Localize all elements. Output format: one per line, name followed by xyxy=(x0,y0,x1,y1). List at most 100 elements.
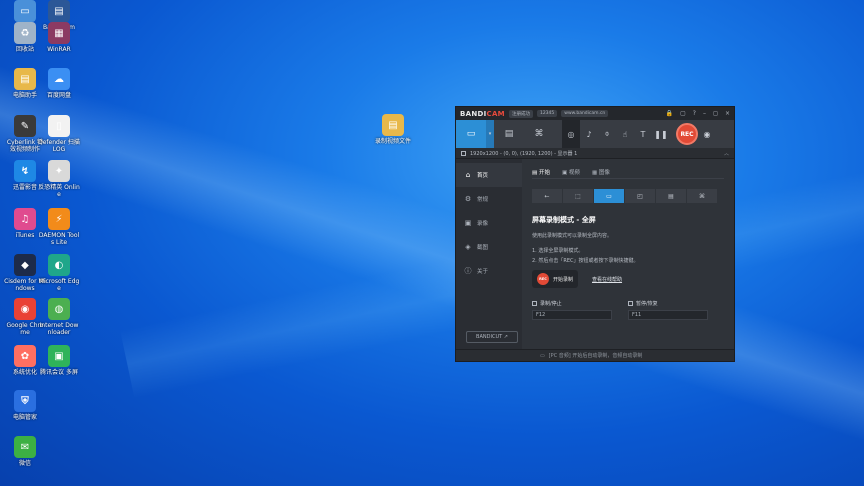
main-panel: ▤ 开始 ▣ 视频 ▦ 图像 ← ⬚ ▭ ◰ ▤ ⌘ 屏幕录制模式 - 全屏 使… xyxy=(522,159,734,349)
desktop-icon-label: 电脑管家 xyxy=(12,414,37,421)
winrar-icon: ▦ xyxy=(48,22,70,44)
cursor-button[interactable]: ☝ xyxy=(616,120,634,148)
brand-logo: BANDICAM xyxy=(460,109,505,118)
mode-dropdown[interactable]: ▾ xyxy=(486,120,494,148)
hotkey-record-field[interactable]: F12 xyxy=(532,310,612,320)
desktop-icon[interactable]: ⚡ DAEMON Tools Lite xyxy=(38,208,80,246)
sidebar-item-general[interactable]: ⚙ 常规 xyxy=(456,187,522,211)
tab-start[interactable]: ▤ 开始 xyxy=(532,168,550,176)
desktop-icon[interactable]: ✉ 微信 xyxy=(4,436,46,467)
sidebar-item-about[interactable]: ⓘ 关于 xyxy=(456,259,522,283)
desktop-icon-label: WinRAR xyxy=(47,46,71,53)
help-icon[interactable]: ? xyxy=(693,110,696,117)
step-1: 1. 选择全屏录制模式。 xyxy=(532,248,584,254)
optimizer-icon: ✿ xyxy=(14,345,36,367)
title-chip: 注册成功 xyxy=(508,109,533,118)
region-checkbox[interactable] xyxy=(461,150,466,156)
mode-title: 屏幕录制模式 - 全屏 xyxy=(532,216,596,224)
mouse-mode-button[interactable]: ◰ xyxy=(625,189,655,203)
mode-selector: ← ⬚ ▭ ◰ ▤ ⌘ xyxy=(532,189,724,203)
document-icon: ▯ xyxy=(48,115,70,137)
sidebar-item-image[interactable]: ◈ 截图 xyxy=(456,235,522,259)
desktop-icon-label: 腾讯会议 多屏 xyxy=(40,369,78,376)
info-text: 1920x1200 - (0, 0), (1920, 1200) - 显示器 1 xyxy=(470,150,578,157)
rec-icon: REC xyxy=(537,273,549,285)
hotkey-pause-checkbox[interactable] xyxy=(628,301,633,306)
chevron-up-icon[interactable]: ︿ xyxy=(724,150,729,157)
daemon-tools-icon: ⚡ xyxy=(48,208,70,230)
chevron-down-icon: ▾ xyxy=(488,131,492,137)
online-help-link[interactable]: 查看在线帮助 xyxy=(592,276,622,283)
desktop-icon[interactable]: ▯ Defender 扫描 LOG xyxy=(38,115,80,153)
back-mode-button[interactable]: ← xyxy=(532,189,562,203)
webcam-button[interactable]: ◎ xyxy=(562,120,580,148)
speaker-button[interactable]: ♪ xyxy=(580,120,598,148)
desktop-icon-label: 百度网盘 xyxy=(46,92,71,99)
shield-icon: ⛨ xyxy=(14,390,36,412)
mouse-area-icon: ◰ xyxy=(637,192,643,200)
sidebar-item-home[interactable]: ⌂ 首页 xyxy=(456,163,522,187)
game-mode-tab[interactable]: ⌘ xyxy=(687,189,717,203)
screenshot-button[interactable]: ◉ xyxy=(698,120,716,148)
desktop-icon[interactable]: ✦ 反恐精英 Online xyxy=(38,160,80,198)
pause-icon: ❚❚ xyxy=(654,129,668,139)
desktop-icon[interactable]: ☁ 百度网盘 xyxy=(38,68,80,99)
arrow-left-icon: ← xyxy=(544,192,550,200)
desktop-icon[interactable]: ▣ 腾讯会议 多屏 xyxy=(38,345,80,376)
desktop-icon-label: 反恐精英 Online xyxy=(38,184,80,198)
fullscreen-mode-button[interactable]: ▭ xyxy=(594,189,624,203)
desktop-icon-label: Microsoft Edge xyxy=(38,278,80,292)
tab-image[interactable]: ▦ 图像 xyxy=(592,168,610,176)
title-chip: www.bandicam.cn xyxy=(561,110,609,117)
bandicam-window[interactable]: BANDICAM 注册成功 12345 www.bandicam.cn 🔒 ▢ … xyxy=(455,106,735,362)
rec-button[interactable]: REC xyxy=(676,123,698,145)
baidu-netdisk-icon: ☁ xyxy=(48,68,70,90)
desktop-folder[interactable]: ▤ 录制视频文件 xyxy=(372,114,414,145)
gamepad-icon: ⌘ xyxy=(699,192,705,200)
device-mode-tab[interactable]: ▤ xyxy=(656,189,686,203)
sidebar-item-video[interactable]: ▣ 录像 xyxy=(456,211,522,235)
game-mode-button[interactable]: ⌘ xyxy=(524,120,554,148)
cyberlink-icon: ✎ xyxy=(14,115,36,137)
monitor-icon: ▭ xyxy=(606,192,612,200)
region-icon: ⬚ xyxy=(575,192,581,200)
computer-icon: ▭ xyxy=(14,0,36,22)
thunder-icon: ↯ xyxy=(14,160,36,182)
desktop-icon[interactable]: ⛨ 电脑管家 xyxy=(4,390,46,421)
desktop-icon[interactable]: ▦ WinRAR xyxy=(38,22,80,53)
hotkey-pause-field[interactable]: F11 xyxy=(628,310,708,320)
wechat-icon: ✉ xyxy=(14,436,36,458)
desktop-icon-label: Internet Downloader xyxy=(39,322,79,336)
bandicut-button[interactable]: BANDICUT ↗ xyxy=(466,331,518,343)
globe-icon: ◍ xyxy=(48,298,70,320)
start-recording-button[interactable]: REC 开始录制 xyxy=(532,270,579,288)
speaker-icon: ♪ xyxy=(586,129,592,139)
mic-button[interactable]: ⌽ xyxy=(598,120,616,148)
title-bar[interactable]: BANDICAM 注册成功 12345 www.bandicam.cn 🔒 ▢ … xyxy=(456,107,734,120)
minimize-icon[interactable]: – xyxy=(703,110,706,117)
desktop-icon[interactable]: ◐ Microsoft Edge xyxy=(38,254,80,292)
lock-icon[interactable]: 🔒 xyxy=(666,110,673,117)
mic-icon: ⌽ xyxy=(604,129,610,138)
text-icon: T xyxy=(640,129,646,139)
region-mode-button[interactable]: ⬚ xyxy=(563,189,593,203)
itunes-icon: ♫ xyxy=(14,208,36,230)
pause-button[interactable]: ❚❚ xyxy=(652,120,670,148)
close-icon[interactable]: × xyxy=(725,110,730,117)
device-mode-button[interactable]: ▤ xyxy=(494,120,524,148)
folder-icon: ▤ xyxy=(14,68,36,90)
tab-video[interactable]: ▣ 视频 xyxy=(562,168,580,176)
mode-description: 使用此录制模式可以录制全屏内容。 xyxy=(532,233,613,239)
text-button[interactable]: T xyxy=(634,120,652,148)
screen-mode-button[interactable]: ▭ xyxy=(456,120,486,148)
subtabs: ▤ 开始 ▣ 视频 ▦ 图像 xyxy=(532,165,724,179)
hotkey-record-checkbox[interactable] xyxy=(532,301,537,306)
desktop-icon[interactable]: ◍ Internet Downloader xyxy=(38,298,80,336)
step-2: 2. 然后点击「REC」按钮或者按下录制快捷键。 xyxy=(532,258,639,264)
window-icon[interactable]: ▢ xyxy=(680,110,686,117)
video-icon: ▣ xyxy=(464,219,472,227)
info-bar: 1920x1200 - (0, 0), (1920, 1200) - 显示器 1… xyxy=(456,148,734,159)
maximize-icon[interactable]: ◻ xyxy=(713,110,718,117)
gear-icon: ⚙ xyxy=(464,195,472,203)
hotkeys: 录制/停止 F12 暂停/恢复 F11 xyxy=(532,300,724,320)
